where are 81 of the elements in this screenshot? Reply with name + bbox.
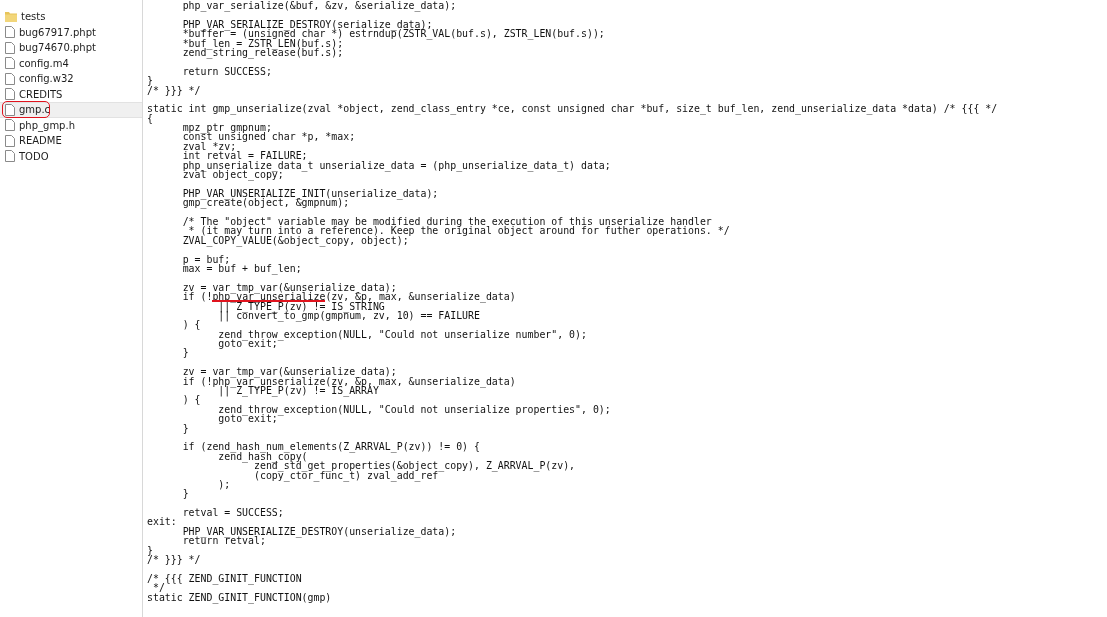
code-line: static ZEND_GINIT_FUNCTION(gmp) xyxy=(147,592,332,602)
file-item[interactable]: gmp.c xyxy=(0,102,142,118)
file-item[interactable]: config.w32 xyxy=(0,71,142,87)
file-name: README xyxy=(19,135,62,147)
file-item[interactable]: TODO xyxy=(0,148,142,164)
code-line: ); xyxy=(217,479,231,490)
code-line: /* {{{ ZEND_GINIT_FUNCTION xyxy=(147,573,302,584)
code-line: ) { xyxy=(181,395,201,405)
code-line: retval = SUCCESS; xyxy=(181,508,284,518)
file-name: bug67917.phpt xyxy=(19,26,96,38)
file-item[interactable]: bug74670.phpt xyxy=(0,40,142,56)
file-icon xyxy=(5,134,15,147)
code-line: zend_string_release(buf.s); xyxy=(181,47,344,58)
code-line: zend_std_get_properties(&object_copy), Z_ARRVAL_P(zv), xyxy=(254,461,576,471)
file-icon xyxy=(5,103,15,116)
file-item[interactable]: config.m4 xyxy=(0,55,142,71)
code-line: return SUCCESS; xyxy=(181,66,272,77)
file-icon xyxy=(5,72,15,85)
code-line: goto exit; xyxy=(217,414,278,424)
file-icon xyxy=(5,88,15,101)
file-icon xyxy=(5,26,15,39)
file-name: bug74670.phpt xyxy=(19,42,96,54)
code-line: const unsigned char *p, *max; xyxy=(181,132,356,142)
code-line: } xyxy=(147,545,153,556)
code-line: *buffer = (unsigned char *) estrndup(ZSTR_VAL(buf.s), ZSTR_LEN(buf.s)); xyxy=(181,29,605,39)
file-name: config.w32 xyxy=(19,73,74,85)
code-line: zval *zv; xyxy=(181,141,237,152)
folder-icon xyxy=(5,11,17,23)
code-line: zend_throw_exception(NULL, "Could not unserialize number", 0); xyxy=(217,329,587,340)
file-icon xyxy=(5,119,15,132)
code-line: if (zend_hash_num_elements(Z_ARRVAL_P(zv)) != 0) { xyxy=(181,442,480,452)
code-line: zend_hash_copy( xyxy=(218,451,308,462)
code-line: zval object_copy; xyxy=(181,170,284,180)
file-item[interactable]: tests xyxy=(0,9,142,25)
file-icon xyxy=(5,150,15,163)
code-line: php_var_serialize(&buf, &zv, &serialize_data); xyxy=(181,1,457,11)
file-name: tests xyxy=(21,11,46,23)
code-line: ) { xyxy=(181,320,201,330)
code-line: int retval = FAILURE; xyxy=(181,151,308,161)
file-name: TODO xyxy=(19,150,49,162)
code-line: /* }}} */ xyxy=(147,555,201,565)
code-line: || Z_TYPE_P(zv) != IS_STRING xyxy=(218,301,385,311)
file-name: config.m4 xyxy=(19,57,69,69)
file-item[interactable]: CREDITS xyxy=(0,86,142,102)
code-line: p = buf; xyxy=(181,254,231,264)
code-line: } xyxy=(181,348,189,358)
code-line: exit: xyxy=(147,517,177,527)
file-name: CREDITS xyxy=(19,88,63,100)
code-line: zv = var_tmp_var(&unserialize_data); xyxy=(181,282,397,293)
code-line: || convert_to_gmp(gmpnum, zv, 10) == FAILURE xyxy=(217,310,480,321)
code-line: gmp_create(object, &gmpnum); xyxy=(181,198,350,208)
file-item[interactable]: README xyxy=(0,133,142,149)
code-line: } xyxy=(181,423,189,433)
code-line: return retval; xyxy=(181,536,266,546)
code-line: { xyxy=(147,113,153,124)
file-icon xyxy=(5,57,15,70)
code-line: goto exit; xyxy=(217,339,278,349)
code-line: php_unserialize_data_t unserialize_data = (php_unserialize_data_t) data; xyxy=(181,160,611,171)
file-item[interactable]: bug67917.phpt xyxy=(0,24,142,40)
code-line: * (it may turn into a reference). Keep the original object around for futher operations. */ xyxy=(188,226,730,236)
code-line: PHP_VAR_UNSERIALIZE_DESTROY(unserialize_data); xyxy=(181,526,457,537)
code-line: zend_throw_exception(NULL, "Could not unserialize properties", 0); xyxy=(217,404,611,415)
code-line: *buf_len = ZSTR_LEN(buf.s); xyxy=(181,38,344,48)
code-line: /* }}} */ xyxy=(147,85,201,95)
code-line: mpz_ptr gmpnum; xyxy=(181,123,272,133)
file-name: gmp.c xyxy=(19,104,51,116)
code-line: static int gmp_unserialize(zval *object, zend_class_entry *ce, const unsigned char *buf, size_t buf_len, zend_unserialize_data *data) /* {{{ */ xyxy=(147,104,998,114)
code-line: zv = var_tmp_var(&unserialize_data); xyxy=(181,367,397,377)
code-line: } xyxy=(181,489,189,499)
code-line: || Z_TYPE_P(zv) != IS_ARRAY xyxy=(218,386,379,396)
file-icon xyxy=(5,41,15,54)
code-line: /* The "object" variable may be modified during the execution of this unserialize handler xyxy=(181,217,712,227)
code-line: if (!php_var_unserialize(zv, &p, max, &unserialize_data) xyxy=(181,376,516,386)
code-line: } xyxy=(147,76,153,86)
file-name: php_gmp.h xyxy=(19,119,75,131)
file-item[interactable]: php_gmp.h xyxy=(0,117,142,133)
code-line: */ xyxy=(152,583,165,593)
code-line: ZVAL_COPY_VALUE(&object_copy, object); xyxy=(181,235,409,246)
code-line: PHP_VAR_UNSERIALIZE_INIT(unserialize_data); xyxy=(181,188,439,199)
code-line: PHP_VAR_SERIALIZE_DESTROY(serialize_data); xyxy=(181,19,433,30)
code-line: if (!php_var_unserialize(zv, &p, max, &unserialize_data) xyxy=(181,292,516,302)
